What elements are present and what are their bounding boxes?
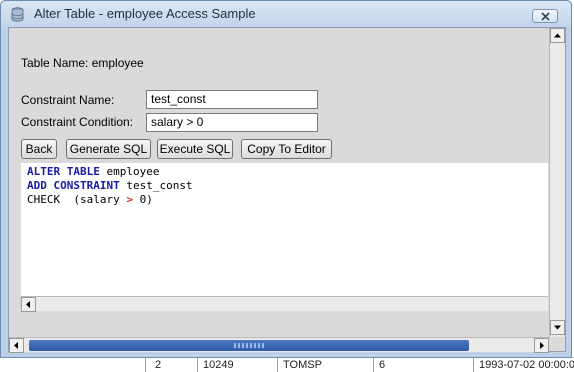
window-title: Alter Table - employee Access Sample bbox=[34, 6, 256, 21]
cell-divider bbox=[277, 358, 278, 372]
constraint-condition-label: Constraint Condition: bbox=[21, 115, 134, 129]
editor-horizontal-scrollbar[interactable] bbox=[21, 296, 548, 312]
dialog-content: Table Name: employee Constraint Name: te… bbox=[8, 27, 566, 353]
cell-order-date: 1993-07-02 00:00:0 bbox=[479, 359, 574, 371]
close-icon bbox=[541, 12, 550, 21]
database-icon bbox=[11, 7, 24, 22]
cell-divider bbox=[473, 358, 474, 372]
execute-sql-button[interactable]: Execute SQL bbox=[157, 139, 233, 159]
horizontal-scrollbar[interactable] bbox=[9, 337, 549, 353]
background-table-row: 2 10249 TOMSP 6 1993-07-02 00:00:0 bbox=[145, 357, 574, 372]
arrow-left-icon bbox=[14, 342, 18, 349]
sql-operator: > bbox=[126, 193, 133, 206]
back-button[interactable]: Back bbox=[21, 139, 57, 159]
arrow-down-icon bbox=[554, 325, 561, 330]
constraint-name-field[interactable]: test_const bbox=[146, 90, 318, 109]
alter-table-dialog: Alter Table - employee Access Sample Tab… bbox=[0, 0, 572, 358]
sql-keyword: ADD CONSTRAINT bbox=[27, 179, 120, 192]
cell-employee-id: 6 bbox=[379, 359, 386, 371]
scroll-down-button[interactable] bbox=[550, 320, 565, 335]
scroll-grip bbox=[234, 343, 264, 348]
cell-customer-id: TOMSP bbox=[283, 359, 322, 371]
sql-text: employee bbox=[99, 165, 160, 178]
sql-line-2: ADD CONSTRAINT test_const bbox=[27, 179, 193, 192]
cell-order-id: 10249 bbox=[203, 359, 234, 371]
cell-divider bbox=[197, 358, 198, 372]
sql-text: 0) bbox=[132, 193, 153, 206]
close-button[interactable] bbox=[532, 9, 558, 23]
sql-code: ALTER TABLE employee ADD CONSTRAINT test… bbox=[27, 165, 193, 207]
arrow-right-icon bbox=[540, 342, 544, 349]
scroll-left-button[interactable] bbox=[21, 297, 36, 312]
constraint-condition-field[interactable]: salary > 0 bbox=[146, 113, 318, 132]
sql-keyword: ALTER TABLE bbox=[27, 165, 100, 178]
cell-row-number: 2 bbox=[155, 359, 162, 371]
arrow-up-icon bbox=[554, 33, 561, 38]
sql-preview-area[interactable]: ALTER TABLE employee ADD CONSTRAINT test… bbox=[21, 163, 548, 296]
sql-line-3: CHECK (salary > 0) bbox=[27, 193, 153, 206]
cell-divider bbox=[145, 358, 146, 372]
arrow-left-icon bbox=[26, 301, 30, 308]
vertical-scrollbar[interactable] bbox=[549, 28, 565, 337]
scroll-thumb[interactable] bbox=[29, 340, 469, 351]
scroll-left-button[interactable] bbox=[9, 338, 24, 353]
sql-text: CHECK (salary bbox=[27, 193, 127, 206]
sql-text: test_const bbox=[119, 179, 193, 192]
constraint-name-label: Constraint Name: bbox=[21, 93, 115, 107]
title-bar[interactable]: Alter Table - employee Access Sample bbox=[1, 1, 571, 27]
table-name-label: Table Name: employee bbox=[21, 56, 144, 70]
copy-to-editor-button[interactable]: Copy To Editor bbox=[241, 139, 332, 159]
generate-sql-button[interactable]: Generate SQL bbox=[66, 139, 151, 159]
cell-divider bbox=[373, 358, 374, 372]
scroll-up-button[interactable] bbox=[550, 28, 565, 43]
scroll-right-button[interactable] bbox=[534, 338, 549, 353]
sql-line-1: ALTER TABLE employee bbox=[27, 165, 159, 178]
